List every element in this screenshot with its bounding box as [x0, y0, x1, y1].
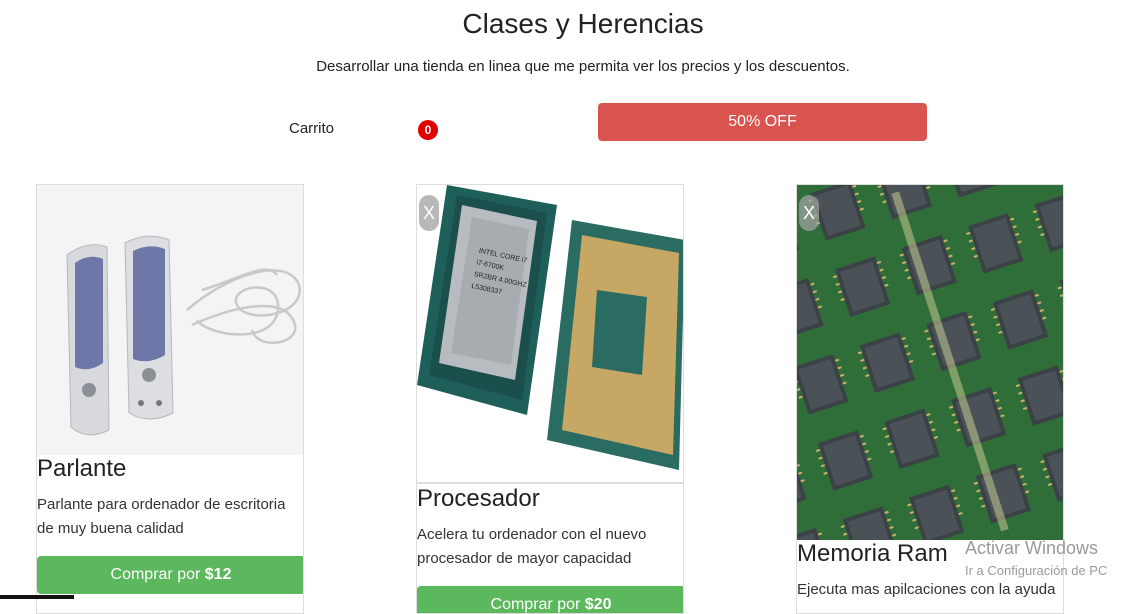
buy-button-procesador[interactable]: Comprar por $20 — [417, 586, 683, 613]
product-description: Acelera tu ordenador con el nuevo proces… — [417, 526, 647, 567]
cpu-image: INTEL CORE i7 i7-6700K SR2BR 4.00GHZ L53… — [417, 185, 683, 482]
page-title: Clases y Herencias — [462, 8, 704, 39]
page-subtitle: Desarrollar una tienda en linea que me p… — [316, 58, 850, 75]
watermark-line1: Activar Windows — [965, 538, 1099, 558]
taskbar-edge — [0, 595, 74, 599]
buy-label: Comprar por — [110, 566, 205, 583]
buy-price: $12 — [204, 566, 232, 583]
product-card-procesador: INTEL CORE i7 i7-6700K SR2BR 4.00GHZ L53… — [416, 184, 684, 614]
watermark-line2: Ir a Configuración de PC — [965, 563, 1108, 578]
product-description: Ejecuta mas apilcaciones con la ayuda — [797, 581, 1056, 598]
ram-board-image — [797, 185, 1063, 540]
remove-button[interactable]: X — [799, 195, 819, 231]
discount-button[interactable]: 50% OFF — [598, 103, 927, 141]
product-name: Parlante — [37, 455, 127, 482]
remove-button[interactable]: X — [419, 195, 439, 231]
product-description: Parlante para ordenador de escritoria de… — [37, 496, 286, 537]
cart-label[interactable]: Carrito — [289, 120, 334, 137]
speakers-image — [37, 185, 303, 455]
product-name: Procesador — [417, 485, 540, 512]
product-name: Memoria Ram — [797, 540, 948, 567]
image-divider — [417, 482, 683, 484]
buy-button-parlante[interactable]: Comprar por $12 — [37, 556, 303, 594]
product-card-parlante: Parlante Parlante para ordenador de escr… — [36, 184, 304, 614]
windows-activation-watermark: Activar Windows Ir a Configuración de PC — [965, 538, 1107, 578]
cart-count-badge: 0 — [418, 120, 438, 140]
